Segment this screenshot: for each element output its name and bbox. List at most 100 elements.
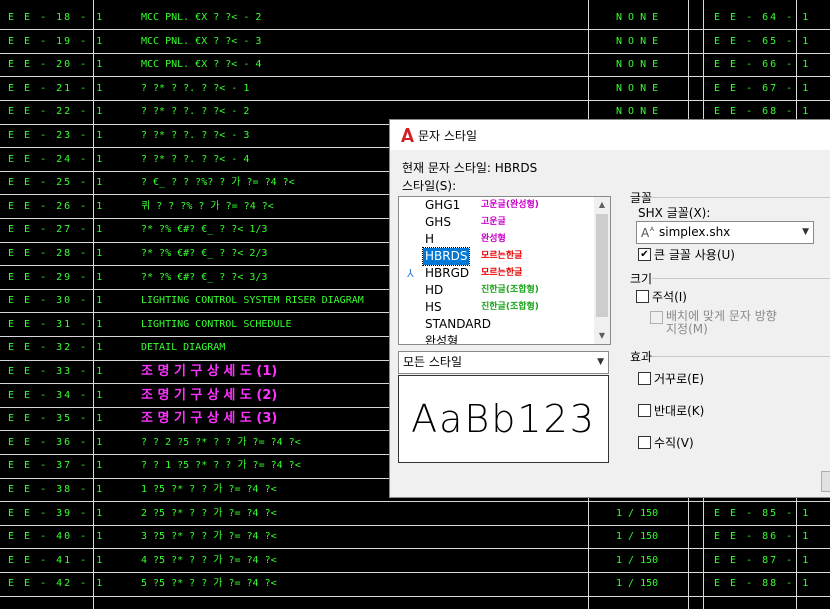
style-font-name: 완성형 bbox=[481, 234, 506, 244]
style-name: HD bbox=[425, 283, 444, 297]
upside-down-label: 거꾸로(E) bbox=[654, 372, 705, 386]
drawing-title: ? €_ ? ? ?%? ? 가 ?= ?4 ?< bbox=[141, 177, 295, 189]
drawing-scale: N O N E bbox=[616, 35, 659, 47]
drawing-number: E E - 28 - 1 bbox=[8, 248, 105, 259]
style-font-name: 모르는한글 bbox=[481, 251, 523, 261]
drawing-number: E E - 41 - 1 bbox=[8, 554, 105, 566]
autocad-logo-icon bbox=[401, 128, 414, 142]
style-listbox[interactable]: GHG1 고운글(완성형) GHS 고운글 H 완성형 HBRDS 모르는한글 ⅄ HBRGD 모르… bbox=[398, 196, 611, 345]
backwards-checkbox[interactable] bbox=[638, 404, 651, 417]
table-horizontal-rule bbox=[0, 501, 830, 503]
drawing-number: E E - 23 - 1 bbox=[8, 130, 105, 141]
drawing-reference: E E - 86 - 1 bbox=[714, 531, 811, 543]
drawing-number: E E - 22 - 1 bbox=[8, 106, 105, 118]
style-font-name: 진한글(조합형) bbox=[481, 285, 539, 295]
drawing-scale: 1 / 150 bbox=[616, 554, 659, 566]
drawing-title: 조 명 기 구 상 세 도 (2) bbox=[141, 387, 278, 403]
drawing-title: LIGHTING CONTROL SYSTEM RISER DIAGRAM bbox=[141, 295, 364, 307]
style-list-item[interactable]: ⅄ HBRGD 모르는한글 bbox=[399, 265, 593, 282]
table-horizontal-rule bbox=[0, 76, 830, 78]
drawing-title: 1 ?5 ?* ? ? 가 ?= ?4 ?< bbox=[141, 484, 277, 495]
drawing-title: 조 명 기 구 상 세 도 (3) bbox=[141, 411, 278, 427]
style-name: HS bbox=[425, 300, 442, 314]
style-font-name: 고운글 bbox=[481, 217, 506, 227]
style-list-item[interactable]: HBRDS 모르는한글 bbox=[399, 247, 593, 266]
style-font-name: 진한글(조합형) bbox=[481, 302, 539, 312]
annotative-icon: ⅄ bbox=[407, 267, 414, 280]
drawing-title: DETAIL DIAGRAM bbox=[141, 342, 226, 354]
drawing-number: E E - 26 - 1 bbox=[8, 200, 105, 212]
match-orientation-label-2: 지정(M) bbox=[666, 322, 708, 336]
big-font-checkbox[interactable]: ✔ bbox=[638, 248, 651, 261]
drawing-number: E E - 39 - 1 bbox=[8, 507, 105, 519]
drawing-number: E E - 27 - 1 bbox=[8, 224, 105, 236]
drawing-number: E E - 25 - 1 bbox=[8, 177, 105, 189]
styles-label: 스타일(S): bbox=[402, 179, 457, 193]
drawing-title: ? ?* ? ?. ? ?< - 1 bbox=[141, 82, 250, 94]
drawing-number: E E - 30 - 1 bbox=[8, 295, 105, 307]
font-group-divider bbox=[652, 197, 830, 198]
drawing-scale: 1 / 150 bbox=[616, 578, 659, 590]
style-name: 완성형 bbox=[425, 334, 459, 345]
size-group-divider bbox=[652, 278, 830, 279]
style-list-item[interactable]: 완성형 bbox=[399, 333, 593, 345]
size-group-label: 크기 bbox=[630, 272, 653, 286]
svg-text:A: A bbox=[641, 226, 650, 239]
drawing-number: E E - 31 - 1 bbox=[8, 318, 105, 330]
scroll-down-icon[interactable]: ▼ bbox=[594, 328, 610, 344]
drawing-number: E E - 33 - 1 bbox=[8, 366, 105, 377]
shx-font-value: simplex.shx bbox=[659, 225, 731, 239]
style-list-scrollbar[interactable]: ▲ ▼ bbox=[594, 197, 610, 344]
drawing-title: ?* ?% €#? €_ ? ?< 2/3 bbox=[141, 248, 268, 259]
effects-group-label: 효과 bbox=[630, 350, 653, 364]
style-list-item[interactable]: GHS 고운글 bbox=[399, 214, 593, 231]
drawing-number: E E - 29 - 1 bbox=[8, 271, 105, 283]
dialog-titlebar[interactable]: 문자 스타일 bbox=[390, 120, 830, 150]
style-list-item[interactable]: HS 진한글(조합형) bbox=[399, 299, 593, 316]
style-name: GHG1 bbox=[425, 198, 461, 212]
drawing-title: LIGHTING CONTROL SCHEDULE bbox=[141, 318, 292, 330]
big-font-label: 큰 글꼴 사용(U) bbox=[654, 248, 735, 262]
table-horizontal-rule bbox=[0, 571, 830, 573]
style-filter-select[interactable]: 모든 스타일 ▼ bbox=[398, 351, 609, 374]
table-horizontal-rule bbox=[0, 29, 830, 31]
drawing-number: E E - 32 - 1 bbox=[8, 342, 105, 354]
style-list-item[interactable]: GHG1 고운글(완성형) bbox=[399, 197, 593, 214]
drawing-reference: E E - 65 - 1 bbox=[714, 35, 811, 47]
drawing-title: ? ?* ? ?. ? ?< - 2 bbox=[141, 106, 250, 118]
chevron-down-icon: ▼ bbox=[597, 357, 604, 367]
drawing-number: E E - 36 - 1 bbox=[8, 436, 105, 448]
dialog-title: 문자 스타일 bbox=[418, 129, 478, 143]
drawing-scale: N O N E bbox=[616, 59, 659, 71]
annotative-checkbox[interactable] bbox=[636, 290, 649, 303]
style-name: HBRDS bbox=[421, 247, 471, 266]
match-orientation-checkbox[interactable] bbox=[650, 311, 663, 324]
drawing-title: ?* ?% €#? €_ ? ?< 1/3 bbox=[141, 224, 268, 236]
upside-down-checkbox[interactable] bbox=[638, 372, 651, 385]
drawing-title: ?* ?% €#? €_ ? ?< 3/3 bbox=[141, 271, 268, 283]
drawing-number: E E - 42 - 1 bbox=[8, 578, 105, 590]
drawing-title: 2 ?5 ?* ? ? 가 ?= ?4 ?< bbox=[141, 507, 277, 519]
drawing-title: 5 ?5 ?* ? ? 가 ?= ?4 ?< bbox=[141, 578, 277, 590]
partial-button[interactable] bbox=[821, 471, 830, 492]
shx-font-label: SHX 글꼴(X): bbox=[638, 206, 711, 220]
scroll-thumb[interactable] bbox=[596, 214, 608, 317]
table-horizontal-rule bbox=[0, 52, 830, 54]
svg-text:A: A bbox=[650, 226, 655, 233]
drawing-number: E E - 24 - 1 bbox=[8, 153, 105, 165]
drawing-title: 조 명 기 구 상 세 도 (1) bbox=[141, 364, 278, 379]
table-horizontal-rule bbox=[0, 548, 830, 550]
drawing-number: E E - 35 - 1 bbox=[8, 413, 105, 425]
style-preview: AaBb123 bbox=[398, 375, 609, 463]
drawing-number: E E - 19 - 1 bbox=[8, 35, 105, 47]
drawing-scale: N O N E bbox=[616, 82, 659, 94]
style-list-item[interactable]: STANDARD bbox=[399, 316, 593, 333]
shx-font-select[interactable]: A A simplex.shx ▼ bbox=[636, 221, 814, 244]
scroll-up-icon[interactable]: ▲ bbox=[594, 197, 610, 213]
table-horizontal-rule bbox=[0, 99, 830, 101]
style-list-item[interactable]: HD 진한글(조합형) bbox=[399, 282, 593, 299]
drawing-title: ? ?* ? ?. ? ?< - 4 bbox=[141, 153, 250, 165]
vertical-checkbox[interactable] bbox=[638, 436, 651, 449]
style-list-item[interactable]: H 완성형 bbox=[399, 231, 593, 248]
vertical-label: 수직(V) bbox=[654, 436, 694, 450]
